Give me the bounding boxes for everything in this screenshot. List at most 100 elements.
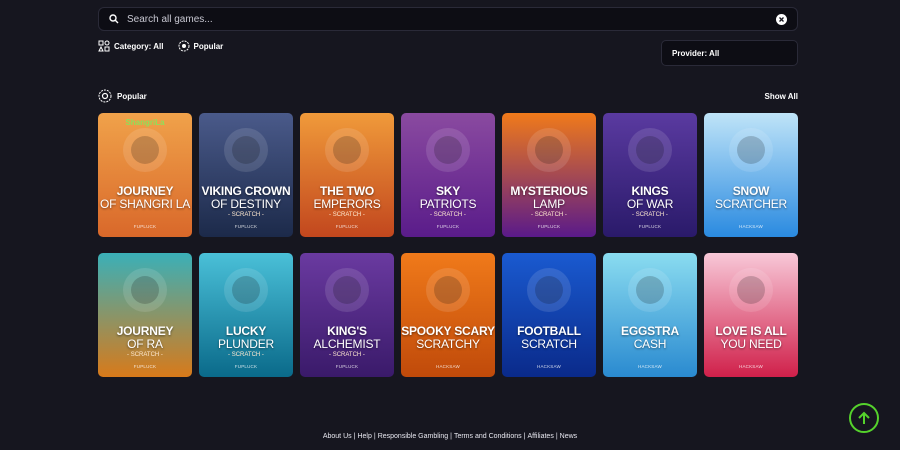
provider-dropdown[interactable]: Provider: All [661,40,798,66]
game-title-line2: OF RA [127,337,163,351]
game-title-line2: ALCHEMIST [313,337,381,351]
game-subtitle: - SCRATCH - [127,352,163,358]
footer-separator: | [353,433,356,440]
game-art [704,253,798,323]
game-title-line1: LUCKY [225,324,267,338]
game-title-line1: MYSTERIOUS [510,184,588,198]
game-title-line2: EMPERORS [313,197,381,211]
game-card[interactable]: FOOTBALL SCRATCH HACKSAW [502,253,596,377]
show-all-link[interactable]: Show All [765,92,798,101]
footer-link-help[interactable]: Help [357,433,371,440]
game-title-line1: EGGSTRA [621,324,679,338]
back-to-top-button[interactable] [849,403,879,433]
footer-separator: | [450,433,452,440]
game-title: SNOW SCRATCHER [704,185,798,210]
game-provider: FUPLUCK [133,224,157,229]
game-title: MYSTERIOUS LAMP - SCRATCH - [502,185,596,218]
footer-links: About Us | Help | Responsible Gambling | Terms… [0,433,900,440]
game-title: KING'S ALCHEMIST - SCRATCH - [300,325,394,358]
search-bar[interactable] [98,7,798,31]
game-title-line1: VIKING CROWN [201,184,291,198]
game-art [704,113,798,183]
footer-link-terms[interactable]: Terms and Conditions [454,433,522,440]
game-card[interactable]: LOVE IS ALL YOU NEED HACKSAW [704,253,798,377]
game-art [199,253,293,323]
game-subtitle: - SCRATCH - [430,212,466,218]
game-provider: HACKSAW [537,364,561,369]
game-provider: FUPLUCK [335,224,359,229]
game-card[interactable]: ShangriLa JOURNEY OF SHANGRI LA FUPLUCK [98,113,192,237]
game-art [502,253,596,323]
game-subtitle: - SCRATCH - [228,352,264,358]
category-filter[interactable]: Category: All [98,40,164,52]
game-title: FOOTBALL SCRATCH [502,325,596,350]
footer-link-about[interactable]: About Us [323,433,352,440]
provider-dropdown-label: Provider: All [672,48,720,58]
game-title-line2: YOU NEED [720,337,782,351]
arrow-up-icon [858,411,870,424]
game-title: THE TWO EMPERORS - SCRATCH - [300,185,394,218]
game-title-line1: THE TWO [320,184,374,198]
game-subtitle: - SCRATCH - [632,212,668,218]
section-title: Popular [98,89,147,103]
game-card[interactable]: THE TWO EMPERORS - SCRATCH - FUPLUCK [300,113,394,237]
game-provider: HACKSAW [739,364,763,369]
popular-section-icon [98,89,112,103]
game-provider: FUPLUCK [436,224,460,229]
game-card[interactable]: KINGS OF WAR - SCRATCH - FUPLUCK [603,113,697,237]
game-title-line2: CASH [633,337,667,351]
game-card[interactable]: EGGSTRA CASH HACKSAW [603,253,697,377]
game-title: LUCKY PLUNDER - SCRATCH - [199,325,293,358]
games-row-1: ShangriLa JOURNEY OF SHANGRI LA FUPLUCK VIKI… [98,113,798,237]
game-art [199,113,293,183]
game-title-line2: SCRATCHER [715,197,787,211]
popular-filter[interactable]: Popular [178,40,223,52]
game-title: LOVE IS ALL YOU NEED [704,325,798,350]
game-title: SKY PATRIOTS - SCRATCH - [401,185,495,218]
game-title-line2: PATRIOTS [419,197,477,211]
game-art [603,113,697,183]
game-logo: ShangriLa [125,118,165,127]
search-icon [109,13,121,25]
game-title-line1: KINGS [631,184,669,198]
game-card[interactable]: JOURNEY OF RA - SCRATCH - FUPLUCK [98,253,192,377]
game-card[interactable]: LUCKY PLUNDER - SCRATCH - FUPLUCK [199,253,293,377]
popular-icon [178,40,189,52]
game-title-line1: FOOTBALL [517,324,581,338]
game-art [300,113,394,183]
game-title-line1: SPOOKY SCARY [401,324,495,338]
game-card[interactable]: SKY PATRIOTS - SCRATCH - FUPLUCK [401,113,495,237]
footer-link-responsible-gambling[interactable]: Responsible Gambling [378,433,448,440]
footer-link-affiliates[interactable]: Affiliates [527,433,553,440]
game-provider: HACKSAW [739,224,763,229]
game-art [502,113,596,183]
game-title-line1: LOVE IS ALL [715,324,787,338]
game-provider: FUPLUCK [234,224,258,229]
games-row-2: JOURNEY OF RA - SCRATCH - FUPLUCK LUCKY PLUND… [98,253,798,377]
game-card[interactable]: MYSTERIOUS LAMP - SCRATCH - FUPLUCK [502,113,596,237]
filter-row: Category: All Popular [98,40,223,52]
game-title-line2: SCRATCH [521,337,577,351]
clear-search-icon[interactable] [776,13,787,25]
game-provider: FUPLUCK [234,364,258,369]
game-provider: HACKSAW [436,364,460,369]
footer-link-news[interactable]: News [560,433,578,440]
game-title-line2: OF DESTINY [210,197,281,211]
game-art [300,253,394,323]
search-input[interactable] [127,13,776,25]
game-provider: FUPLUCK [638,224,662,229]
game-card[interactable]: VIKING CROWN OF DESTINY - SCRATCH - FUPLUCK [199,113,293,237]
footer-separator: | [555,433,558,440]
game-card[interactable]: KING'S ALCHEMIST - SCRATCH - FUPLUCK [300,253,394,377]
game-art [603,253,697,323]
game-subtitle: - SCRATCH - [329,212,365,218]
game-title-line1: KING'S [327,324,367,338]
game-card[interactable]: SNOW SCRATCHER HACKSAW [704,113,798,237]
game-card[interactable]: SPOOKY SCARY SCRATCHY HACKSAW [401,253,495,377]
game-title: EGGSTRA CASH [603,325,697,350]
game-art [401,113,495,183]
game-title-line2: OF SHANGRI LA [99,197,191,211]
game-title: SPOOKY SCARY SCRATCHY [401,325,495,350]
game-title-line1: JOURNEY [116,324,174,338]
game-title-line2: SCRATCHY [416,337,480,351]
